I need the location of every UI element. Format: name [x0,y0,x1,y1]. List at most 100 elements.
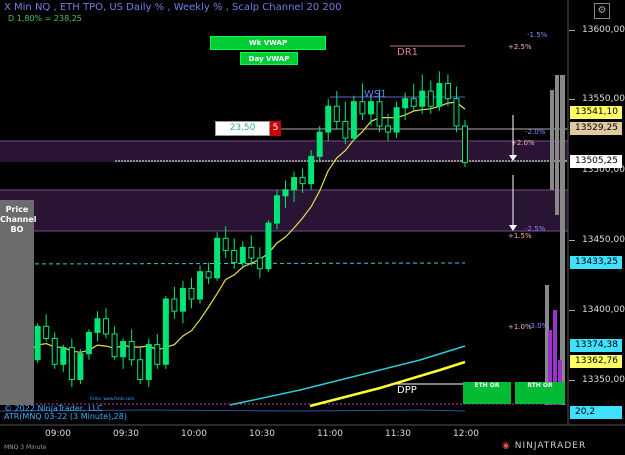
chart-title: X Min NQ , ETH TPO, US Daily % , Weekly … [4,2,342,13]
candle-body[interactable] [128,341,135,361]
candle-body[interactable] [385,125,392,133]
price-box-atr: 20,2 [570,406,622,419]
brand-text: NINJATRADER [514,441,587,451]
candle-body[interactable] [162,298,169,365]
candle-body[interactable] [359,101,366,115]
pct-label: -3.0% [528,322,549,330]
y-tick-mark [569,240,575,241]
candle-body[interactable] [197,271,204,300]
y-tick-mark [569,310,575,311]
candle-body[interactable] [325,105,332,133]
wk-vwap-button[interactable]: Wk VWAP [210,36,326,50]
fonts-credit: Fonts: www.fonts.com [90,396,134,401]
candle-body[interactable] [77,353,84,380]
candle-body[interactable] [462,125,468,163]
candle-body[interactable] [205,271,212,279]
x-tick: 09:00 [45,429,71,439]
ninjatrader-logo: ◉ NINJATRADER [502,441,586,451]
candle-body[interactable] [299,177,306,185]
ninjatrader-icon: ◉ [502,441,515,451]
quantity-badge[interactable]: 5 [270,121,281,136]
candle-body[interactable] [248,246,255,259]
candle-body[interactable] [367,101,374,115]
day-vwap-button[interactable]: Day VWAP [240,52,298,65]
candle-body[interactable] [103,318,110,335]
candle-body[interactable] [214,237,221,279]
x-tick: 11:00 [317,429,343,439]
candle-body[interactable] [410,98,417,107]
price-box-yellow: 13362,76 [570,355,622,368]
candle-body[interactable] [308,155,315,185]
candle-body[interactable] [154,344,161,365]
pct-label: +1.5% [508,232,532,240]
daily-range-text: D 1,80% = 238,25 [8,14,82,23]
volume-bar [550,90,554,190]
y-tick: 13400,00 [582,305,625,315]
candle-body[interactable] [444,82,451,100]
candle-body[interactable] [222,237,229,251]
candle-body[interactable] [333,105,340,122]
candle-body[interactable] [94,318,101,333]
eth-or-tag: ETH OR [463,382,511,404]
y-tick-mark [569,99,575,100]
y-tick-mark [569,30,575,31]
candle-body[interactable] [402,98,409,109]
instrument-label: MNQ 3 Minute [4,444,47,451]
candle-body[interactable] [350,101,357,139]
pct-label: -2.0% [525,128,546,136]
candle-body[interactable] [60,347,67,365]
candle-body[interactable] [265,222,272,270]
price-box-ws1: 13529,25 [570,122,622,135]
candle-body[interactable] [145,344,152,380]
price-box-mid: 13374,38 [570,339,622,352]
candle-body[interactable] [179,287,186,312]
candle-body[interactable] [256,257,263,270]
gear-icon[interactable]: ⚙ [594,3,610,19]
x-tick: 09:30 [113,429,139,439]
price-channel-label: Price Channel BO [0,205,37,234]
rth-or-tag: RTH OR [515,382,565,404]
candle-body[interactable] [51,337,58,365]
candle-body[interactable] [273,195,280,224]
candle-body[interactable] [393,107,400,133]
candle-body[interactable] [291,177,298,191]
candle-body[interactable] [282,189,289,197]
candle-body[interactable] [137,359,144,380]
x-tick: 10:30 [249,429,275,439]
price-box-top: 13541,10 [570,106,622,119]
y-tick-mark [569,380,575,381]
x-tick: 11:30 [385,429,411,439]
candle-body[interactable] [43,325,50,339]
y-tick: 13350,00 [582,375,625,385]
candle-body[interactable] [239,246,246,264]
candle-body[interactable] [120,341,127,358]
candle-body[interactable] [419,90,426,107]
candle-body[interactable] [316,131,323,157]
candle-body[interactable] [68,347,75,380]
pct-label: +2.0% [511,139,535,147]
atr-legend: ATR(MNQ 03-22 (3 Minute),28) [4,412,127,421]
candle-body[interactable] [427,90,434,107]
x-tick: 10:00 [181,429,207,439]
candle-body[interactable] [85,331,92,355]
ws1-label: WS1 [364,89,387,100]
candle-body[interactable] [231,249,238,264]
candle-body[interactable] [376,101,383,127]
candle-body[interactable] [111,333,118,358]
price-box-vwap: 13433,25 [570,256,622,269]
candle-body[interactable] [171,298,178,312]
candle-body[interactable] [34,325,41,361]
x-tick: 12:00 [453,429,479,439]
pct-label: +2.5% [508,43,532,51]
pct-label: -1.5% [527,31,548,39]
quantity-input[interactable]: 23,50 [215,121,270,136]
candle-body[interactable] [342,120,349,139]
y-tick: 13450,00 [582,235,625,245]
volume-bar [555,75,559,215]
candle-body[interactable] [188,287,195,300]
y-tick: 13600,00 [582,25,625,35]
candle-body[interactable] [453,98,460,127]
candle-body[interactable] [436,82,443,107]
value-band-upper [0,141,568,162]
price-box-last: 13505,25 [570,155,622,168]
